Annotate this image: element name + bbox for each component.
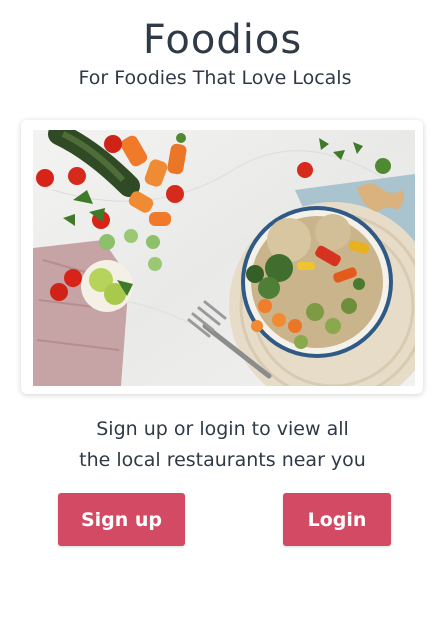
login-prompt-line-2: the local restaurants near you <box>79 449 366 471</box>
app-title: Foodios <box>142 17 303 63</box>
app-tagline: For Foodies That Love Locals <box>78 67 352 89</box>
sign-up-button[interactable]: Sign up <box>58 493 185 546</box>
food-bowl-photo <box>33 130 415 386</box>
login-prompt-line-1: Sign up or login to view all <box>96 418 349 440</box>
login-button[interactable]: Login <box>283 493 391 546</box>
hero-card <box>21 120 423 394</box>
login-prompt: Sign up or login to view all the local r… <box>0 414 445 476</box>
